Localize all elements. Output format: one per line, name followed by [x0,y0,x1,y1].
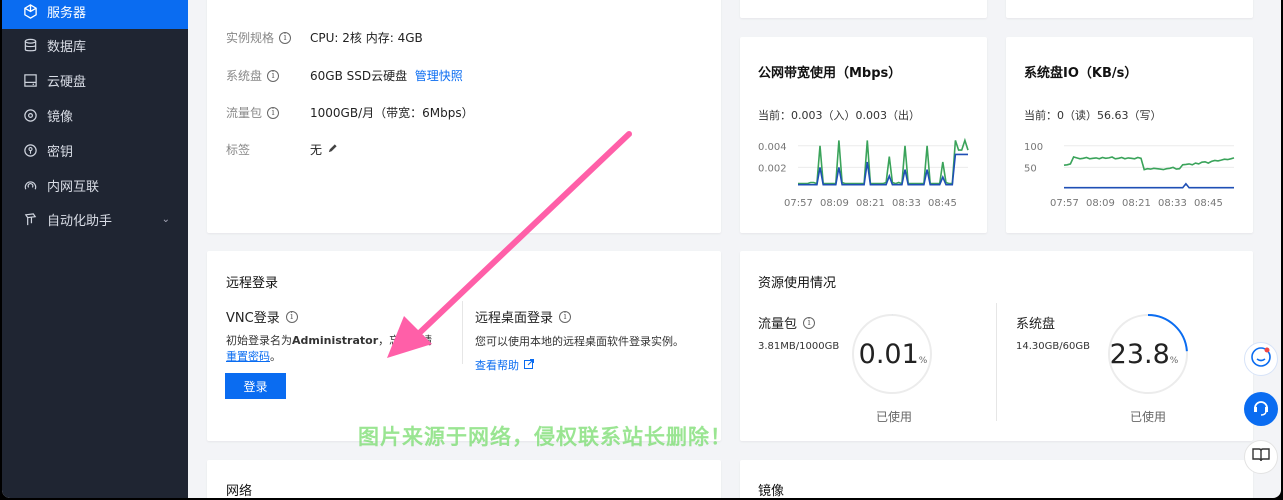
watermark-text: 图片来源于网络，侵权联系站长删除！ [358,425,732,449]
app-window: 服务器 数据库 云硬盘 镜像 密钥 内网互联 自动化助手 ⌄ 实例规格 i CP… [2,0,1281,498]
arrow-shaft [409,131,632,343]
arrow-head [387,316,432,358]
